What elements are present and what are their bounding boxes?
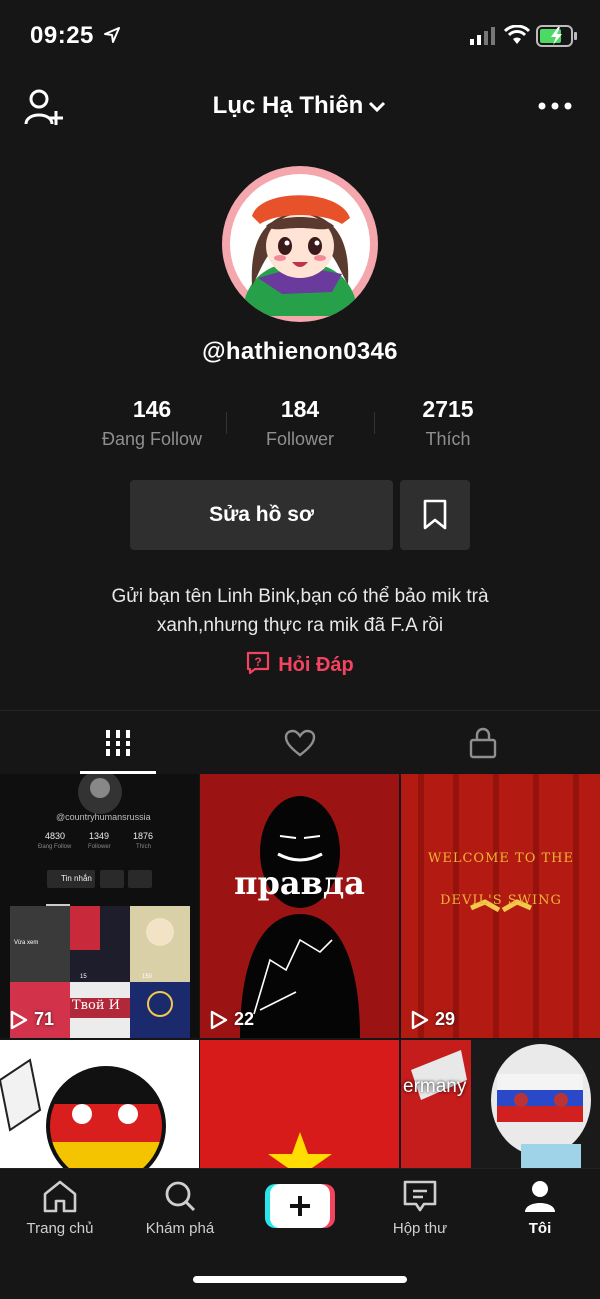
video-overlay-text: WELCOME TO THE DEVIL'S SWING bbox=[428, 851, 574, 908]
video-overlay-text: ermany bbox=[403, 1076, 467, 1097]
video-thumbnail[interactable] bbox=[200, 1040, 399, 1168]
svg-text:?: ? bbox=[255, 655, 262, 669]
mini-label: Follower bbox=[88, 844, 111, 850]
location-arrow-icon bbox=[104, 27, 120, 43]
tab-liked[interactable] bbox=[200, 711, 400, 775]
nav-profile[interactable]: Tôi bbox=[480, 1179, 600, 1237]
view-count-value: 71 bbox=[34, 1009, 55, 1029]
tab-private[interactable] bbox=[383, 711, 583, 775]
profile-header: Lục Hạ Thiên bbox=[0, 80, 600, 136]
view-count: 22 bbox=[210, 1009, 254, 1030]
mini-banner-text: Твой И bbox=[72, 998, 120, 1013]
profile-stats: 146 Đang Follow 184 Follower 2715 Thích bbox=[78, 396, 522, 460]
status-bar: 09:25 bbox=[0, 0, 600, 72]
video-thumbnail[interactable]: WELCOME TO THE DEVIL'S SWING 29 bbox=[401, 774, 600, 1038]
search-icon bbox=[165, 1181, 196, 1212]
view-count-value: 29 bbox=[435, 1009, 456, 1029]
nav-label: Tôi bbox=[528, 1220, 552, 1237]
question-bubble-icon: ? bbox=[247, 651, 270, 675]
video-thumbnail[interactable]: @countryhumansrussia 4830 1349 1876 Đang… bbox=[0, 774, 199, 1038]
mini-caption: Vừa xem bbox=[14, 940, 39, 946]
video-thumbnail[interactable]: правда 22 bbox=[200, 774, 399, 1038]
nav-home[interactable]: Trang chủ bbox=[0, 1179, 120, 1237]
video-overlay-text: правда bbox=[234, 864, 365, 902]
nav-label: Khám phá bbox=[145, 1220, 215, 1237]
mini-label: Thích bbox=[136, 844, 152, 850]
profile-bio: Gửi bạn tên Linh Bink,bạn có thể bảo mik… bbox=[50, 582, 550, 640]
tab-videos[interactable] bbox=[18, 711, 218, 775]
home-indicator bbox=[193, 1276, 407, 1283]
mini-message-button: Tin nhắn bbox=[61, 874, 92, 883]
stat-value: 2715 bbox=[422, 396, 474, 422]
bookmark-button[interactable] bbox=[400, 480, 470, 550]
qa-link[interactable]: ? Hỏi Đáp bbox=[0, 651, 600, 677]
mini-stat: 1876 bbox=[133, 831, 154, 841]
cellular-signal-icon bbox=[470, 27, 495, 45]
edit-profile-button[interactable]: Sửa hồ sơ bbox=[130, 480, 393, 550]
profile-icon bbox=[525, 1181, 555, 1212]
content-tabs bbox=[0, 710, 600, 774]
mini-views: 15 bbox=[80, 974, 87, 980]
video-grid: @countryhumansrussia 4830 1349 1876 Đang… bbox=[0, 774, 600, 1168]
inbox-icon bbox=[403, 1180, 437, 1212]
username: @hathienon0346 bbox=[202, 338, 398, 365]
lock-icon bbox=[469, 727, 497, 759]
more-options-icon[interactable] bbox=[538, 94, 572, 118]
mini-views: 150 bbox=[142, 974, 153, 980]
home-icon bbox=[43, 1180, 77, 1213]
chevron-down-icon bbox=[369, 101, 386, 112]
profile-title-switcher[interactable]: Lục Hạ Thiên bbox=[0, 92, 600, 120]
play-icon bbox=[10, 1010, 28, 1029]
video-thumbnail[interactable]: ermany bbox=[401, 1040, 600, 1168]
status-time: 09:25 bbox=[30, 22, 94, 49]
bookmark-icon bbox=[423, 499, 447, 530]
nav-label: Trang chủ bbox=[26, 1220, 94, 1237]
view-count: 71 bbox=[10, 1009, 54, 1030]
play-icon bbox=[210, 1010, 228, 1029]
nav-inbox[interactable]: Hộp thư bbox=[360, 1179, 480, 1237]
mini-stat: 1349 bbox=[89, 831, 110, 841]
nav-label: Hộp thư bbox=[392, 1220, 448, 1237]
stat-label: Follower bbox=[265, 429, 335, 449]
stat-label: Đang Follow bbox=[101, 429, 203, 449]
stat-label: Thích bbox=[425, 429, 471, 449]
stat-followers[interactable]: 184 Follower bbox=[226, 396, 374, 450]
view-count-value: 22 bbox=[234, 1009, 255, 1029]
create-video-button[interactable] bbox=[265, 1184, 335, 1228]
stat-following[interactable]: 146 Đang Follow bbox=[78, 396, 226, 450]
avatar[interactable] bbox=[222, 166, 378, 322]
video-thumbnail[interactable] bbox=[0, 1040, 199, 1168]
wifi-icon bbox=[504, 25, 530, 44]
mini-handle: @countryhumansrussia bbox=[56, 812, 151, 822]
heart-icon bbox=[284, 729, 316, 757]
mini-stat: 4830 bbox=[45, 831, 66, 841]
nav-discover[interactable]: Khám phá bbox=[120, 1179, 240, 1237]
battery-charging-icon bbox=[536, 25, 577, 47]
view-count: 29 bbox=[411, 1009, 455, 1030]
grid-icon bbox=[104, 730, 132, 756]
mini-label: Đang Follow bbox=[38, 844, 72, 850]
stat-value: 184 bbox=[280, 396, 320, 422]
play-icon bbox=[411, 1010, 429, 1029]
qa-label: Hỏi Đáp bbox=[278, 654, 354, 676]
bio-line: xanh,nhưng thực ra mik đã F.A rồi bbox=[156, 615, 444, 636]
stat-value: 146 bbox=[132, 396, 172, 422]
plus-icon bbox=[265, 1184, 335, 1228]
profile-title: Lục Hạ Thiên bbox=[212, 92, 364, 119]
bio-line: Gửi bạn tên Linh Bink,bạn có thể bảo mik… bbox=[111, 586, 489, 607]
stat-likes[interactable]: 2715 Thích bbox=[374, 396, 522, 450]
